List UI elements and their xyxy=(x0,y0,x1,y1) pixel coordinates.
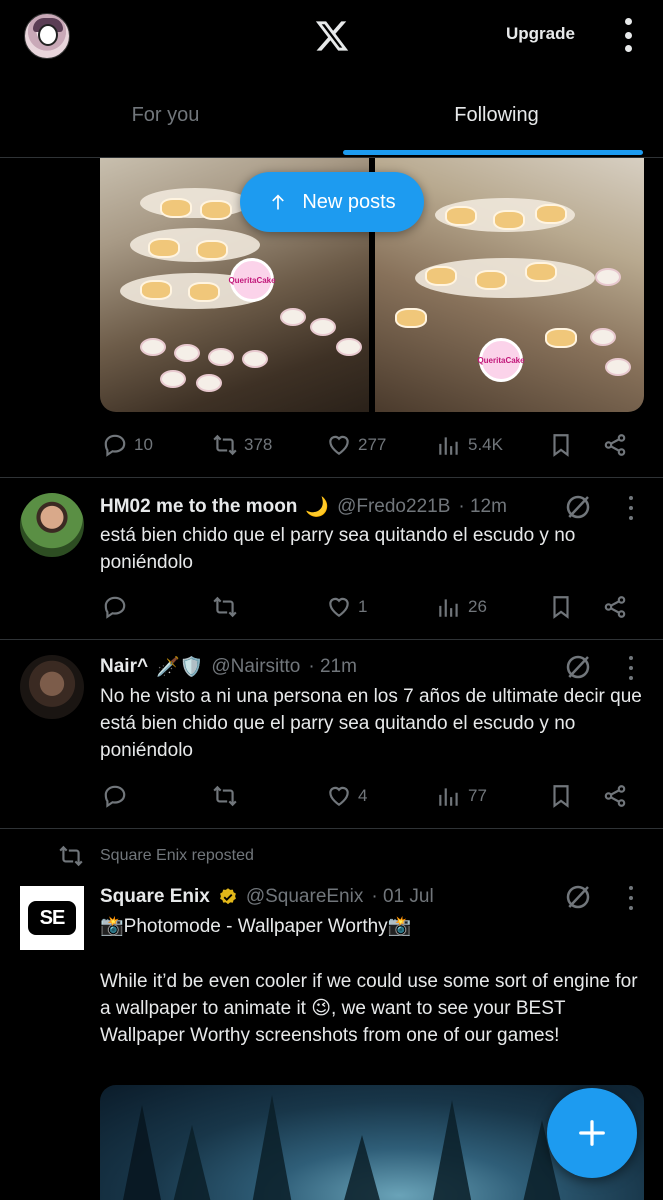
arrow-up-icon xyxy=(272,194,285,210)
profile-avatar[interactable] xyxy=(24,13,70,59)
timeline-tabs: For you Following xyxy=(0,72,663,158)
bookmark-icon xyxy=(553,434,569,457)
reply-button[interactable] xyxy=(102,587,128,627)
post-text: está bien chido que el parry sea quitand… xyxy=(100,525,576,573)
active-tab-indicator xyxy=(343,150,643,155)
share-icon xyxy=(604,434,626,456)
post-more-icon[interactable] xyxy=(626,496,636,520)
post-header: Nair^ 🗡️🛡️ @Nairsitto · 21m xyxy=(100,653,357,681)
views-icon xyxy=(439,599,458,617)
verified-badge-icon xyxy=(219,888,236,905)
post-divider xyxy=(0,828,663,829)
post-divider xyxy=(0,477,663,478)
square-enix-logo: SE xyxy=(28,901,76,935)
reply-icon xyxy=(104,596,126,619)
repost-button[interactable] xyxy=(212,587,238,627)
post-time: · 12m xyxy=(458,496,507,517)
views-button[interactable]: 5.4K xyxy=(436,425,503,465)
post-header: HM02 me to the moon 🌙 @Fredo221B · 12m xyxy=(100,493,507,521)
post-more-icon[interactable] xyxy=(626,886,636,910)
post-header: Square Enix @SquareEnix · 01 Jul xyxy=(100,883,434,911)
repost-label: Square Enix reposted xyxy=(100,847,254,864)
like-button[interactable]: 277 xyxy=(326,425,386,465)
post-title-line: 📸Photomode - Wallpaper Worthy📸 xyxy=(100,916,412,937)
post-time: · 01 Jul xyxy=(371,886,434,907)
share-button[interactable] xyxy=(602,587,628,627)
views-count: 26 xyxy=(468,597,487,616)
like-button[interactable]: 1 xyxy=(326,587,367,627)
repost-icon xyxy=(213,434,237,456)
reply-icon xyxy=(104,434,126,457)
author-handle[interactable]: @Fredo221B xyxy=(337,496,450,518)
post-text: While it’d be even cooler if we could us… xyxy=(100,971,638,1046)
views-icon xyxy=(439,437,458,455)
tab-for-you[interactable]: For you xyxy=(0,72,331,158)
share-button[interactable] xyxy=(602,425,628,465)
repost-icon xyxy=(59,845,83,867)
new-posts-button[interactable]: New posts xyxy=(240,172,424,232)
repost-icon xyxy=(213,785,237,807)
views-button[interactable]: 26 xyxy=(436,587,487,627)
new-posts-label: New posts xyxy=(302,190,396,213)
heart-icon xyxy=(329,597,349,617)
more-options-icon[interactable] xyxy=(620,18,636,52)
author-avatar[interactable]: SE xyxy=(20,886,84,950)
share-button[interactable] xyxy=(602,776,628,816)
bookmark-button[interactable] xyxy=(548,425,574,465)
heart-icon xyxy=(329,435,349,455)
tab-following[interactable]: Following xyxy=(331,72,662,158)
repost-button[interactable] xyxy=(212,776,238,816)
post-divider xyxy=(0,639,663,640)
bookmark-button[interactable] xyxy=(548,587,574,627)
heart-icon xyxy=(329,786,349,806)
like-count: 277 xyxy=(358,435,387,454)
post-more-icon[interactable] xyxy=(626,656,636,680)
repost-indicator[interactable]: Square Enix reposted xyxy=(58,843,254,869)
post-time: · 21m xyxy=(308,656,357,677)
views-icon xyxy=(439,788,458,806)
repost-button[interactable]: 378 xyxy=(212,425,272,465)
brand-logo-sticker: QueritaCake xyxy=(477,338,525,382)
post-actions: 10 378 277 5.4K xyxy=(100,425,640,465)
share-icon xyxy=(604,785,626,807)
top-bar: Upgrade xyxy=(0,0,663,72)
like-button[interactable]: 4 xyxy=(326,776,367,816)
brand-logo-sticker: QueritaCake xyxy=(228,258,276,302)
author-name[interactable]: Nair^ xyxy=(100,656,148,678)
grok-icon[interactable] xyxy=(563,882,593,912)
author-avatar[interactable] xyxy=(20,493,84,557)
author-handle[interactable]: @Nairsitto xyxy=(211,656,300,678)
views-count: 5.4K xyxy=(468,435,503,454)
x-logo-icon[interactable] xyxy=(313,18,351,54)
author-handle[interactable]: @SquareEnix xyxy=(246,886,364,908)
like-count: 1 xyxy=(358,597,368,616)
reply-button[interactable]: 10 xyxy=(102,425,153,465)
name-emoji: 🌙 xyxy=(305,497,330,518)
repost-count: 378 xyxy=(244,435,273,454)
grok-icon[interactable] xyxy=(563,492,593,522)
name-emoji: 🗡️🛡️ xyxy=(156,657,204,678)
author-name[interactable]: Square Enix xyxy=(100,886,210,908)
compose-post-button[interactable] xyxy=(547,1088,637,1178)
post-actions: 1 26 xyxy=(100,587,640,627)
author-name[interactable]: HM02 me to the moon xyxy=(100,496,297,518)
author-avatar[interactable] xyxy=(20,655,84,719)
bookmark-icon xyxy=(553,596,569,619)
bookmark-button[interactable] xyxy=(548,776,574,816)
views-button[interactable]: 77 xyxy=(436,776,487,816)
share-icon xyxy=(604,596,626,618)
bookmark-icon xyxy=(553,785,569,808)
reply-button[interactable] xyxy=(102,776,128,816)
like-count: 4 xyxy=(358,786,368,805)
repost-icon xyxy=(213,596,237,618)
upgrade-button[interactable]: Upgrade xyxy=(506,24,575,44)
reply-count: 10 xyxy=(134,435,153,454)
views-count: 77 xyxy=(468,786,487,805)
reply-icon xyxy=(104,785,126,808)
grok-icon[interactable] xyxy=(563,652,593,682)
post-actions: 4 77 xyxy=(100,776,640,816)
post-text: No he visto a ni una persona en los 7 añ… xyxy=(100,686,642,761)
plus-icon xyxy=(579,1120,605,1146)
